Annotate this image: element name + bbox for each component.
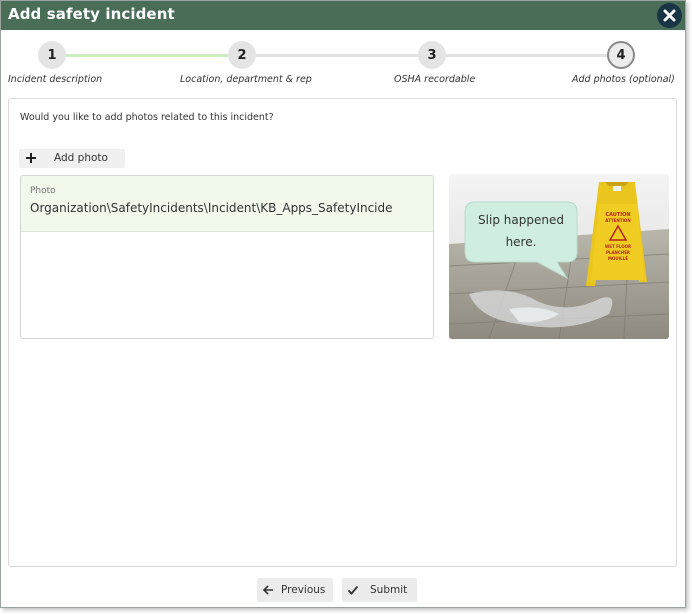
photos-prompt: Would you like to add photos related to … bbox=[20, 112, 274, 123]
step-connector-3-4 bbox=[446, 54, 609, 57]
add-photo-button[interactable]: Add photo bbox=[19, 149, 125, 168]
add-safety-incident-dialog: Add safety incident 1 2 3 4 Incident des… bbox=[0, 0, 686, 608]
plus-icon bbox=[26, 153, 36, 163]
content-panel: Would you like to add photos related to … bbox=[8, 98, 677, 567]
sign-text-3: WET FLOOR bbox=[605, 244, 631, 249]
close-button[interactable] bbox=[657, 3, 682, 28]
dialog-title: Add safety incident bbox=[8, 5, 175, 23]
step-connector-1-2 bbox=[66, 54, 229, 57]
submit-label: Submit bbox=[370, 584, 408, 596]
step-4-circle[interactable]: 4 bbox=[607, 41, 635, 69]
photo-field-header: Photo Organization\SafetyIncidents\Incid… bbox=[21, 176, 433, 232]
incident-photo-image: CAUTION ATTENTION WET FLOOR PLANCHER MOU… bbox=[449, 174, 669, 339]
photo-field-value: Organization\SafetyIncidents\Incident\KB… bbox=[30, 201, 393, 215]
sign-text-4: PLANCHER bbox=[606, 250, 630, 255]
submit-button[interactable]: Submit bbox=[342, 578, 417, 602]
callout-line-2: here. bbox=[506, 235, 537, 249]
close-icon bbox=[663, 9, 676, 22]
sign-text-5: MOUILLÉ bbox=[608, 256, 628, 261]
add-photo-label: Add photo bbox=[54, 152, 108, 164]
arrow-left-icon bbox=[262, 585, 273, 595]
photo-field-label: Photo bbox=[30, 186, 56, 196]
step-connector-2-3 bbox=[256, 54, 419, 57]
check-icon bbox=[347, 585, 359, 595]
sign-text-2: ATTENTION bbox=[605, 218, 630, 223]
step-1-circle[interactable]: 1 bbox=[38, 41, 66, 69]
dialog-titlebar: Add safety incident bbox=[1, 1, 685, 30]
step-3-circle[interactable]: 3 bbox=[418, 41, 446, 69]
step-4-label: Add photos (optional) bbox=[572, 74, 675, 85]
photo-field[interactable]: Photo Organization\SafetyIncidents\Incid… bbox=[20, 175, 434, 339]
step-1-label: Incident description bbox=[8, 74, 103, 85]
callout-line-1: Slip happened bbox=[478, 213, 564, 227]
step-3-label: OSHA recordable bbox=[394, 74, 476, 85]
step-2-label: Location, department & rep bbox=[180, 74, 312, 85]
previous-button[interactable]: Previous bbox=[257, 578, 333, 602]
incident-photo: CAUTION ATTENTION WET FLOOR PLANCHER MOU… bbox=[449, 174, 669, 339]
step-2-circle[interactable]: 2 bbox=[228, 41, 256, 69]
previous-label: Previous bbox=[281, 584, 326, 596]
